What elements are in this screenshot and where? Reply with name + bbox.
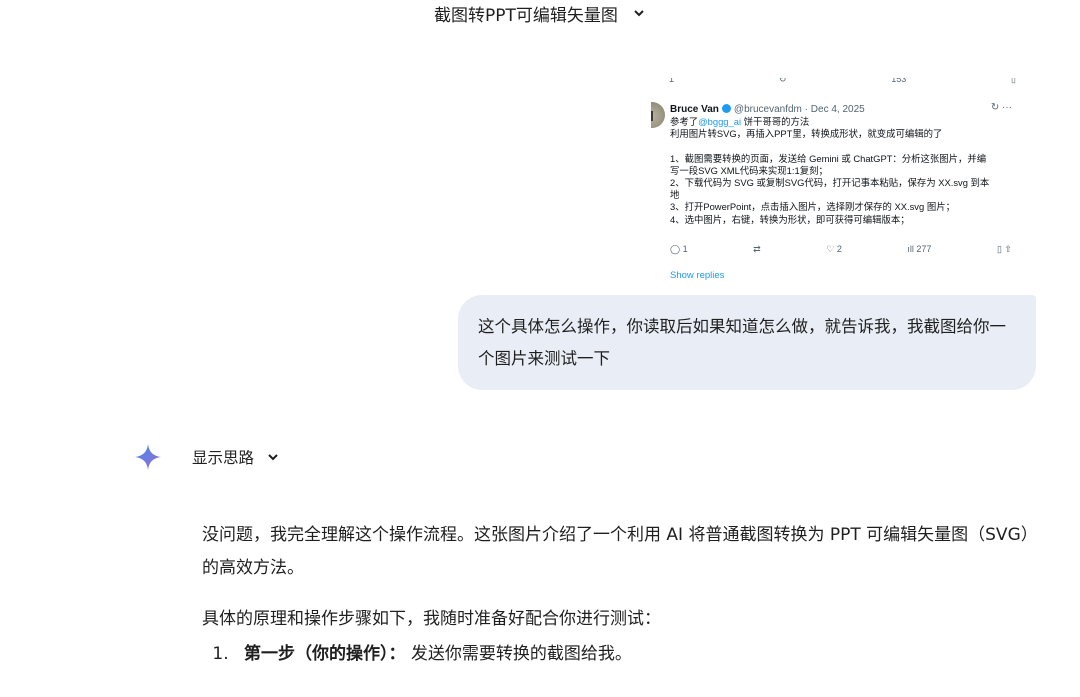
conversation-title[interactable]: 截图转PPT可编辑矢量图 [0,0,1080,26]
prev-retweet-icon: ↻ [778,78,787,84]
tweet-meta: Bruce Van @brucevanfdm · Dec 4, 2025 [670,104,865,115]
tweet-menu-icon: ↻ ··· [990,102,1012,113]
tweet-mention: @bggg_ai [698,116,742,127]
steps-list: 第一步（你的操作）： 发送你需要转换的截图给我。 [202,638,1032,671]
tweet-suffix: 饼干哥哥的方法 [741,116,810,127]
step-text: 发送你需要转换的截图给我。 [405,644,632,664]
tweet-date: Dec 4, 2025 [810,104,865,115]
tweet-screenshot-image: 1 ↻ 153 ▯ Bruce Van @brucevanfdm · Dec 4,… [651,78,1024,285]
like-count: 2 [836,244,842,254]
tweet-body: 参考了@bggg_ai 饼干哥哥的方法 利用图片转SVG，再插入PPT里，转换成… [670,116,1015,226]
like-action: ♡ 2 [826,244,842,255]
chevron-down-icon[interactable] [632,6,646,20]
conversation-title-text: 截图转PPT可编辑矢量图 [434,5,618,26]
gemini-sparkle-icon [135,444,161,470]
views-action: ıll 277 [907,244,931,255]
tweet-line: 地 [670,189,680,201]
tweet-line: 4、选中图片，右键，转换为形状，即可获得可编辑版本； [670,213,910,225]
avatar [651,102,665,128]
meta-separator: · [801,104,811,115]
tweet-line [670,140,1015,152]
tweet-line: 1、截图需要转换的页面，发送给 Gemini 或 ChatGPT：分析这张图片，… [670,152,987,164]
author-handle: @brucevanfdm [733,104,802,115]
tweet-line: 2、下载代码为 SVG 或复制SVG代码，打开记事本粘贴，保存为 XX.svg … [670,177,990,189]
user-message-bubble: 这个具体怎么操作，你读取后如果知道怎么做，就告诉我，我截图给你一个图片来测试一下 [458,295,1036,390]
prev-views-count: 153 [891,78,907,84]
show-thinking-label: 显示思路 [192,449,255,467]
show-thinking-toggle[interactable]: 显示思路 [134,442,280,472]
tweet-actions: ◯ 1 ⇄ ♡ 2 ıll 277 ▯ ⇧ [670,244,1012,255]
reply-count: 1 [682,244,688,254]
prev-bookmark-icon: ▯ [1011,78,1016,84]
tweet-line: 利用图片转SVG，再插入PPT里，转换成形状，就变成可编辑的了 [670,128,943,140]
tweet-prefix: 参考了 [670,116,699,127]
retweet-icon: ⇄ [753,244,761,254]
response-paragraph: 没问题，我完全理解这个操作流程。这张图片介绍了一个利用 AI 将普通截图转换为 … [202,525,1030,578]
user-message-text: 这个具体怎么操作，你读取后如果知道怎么做，就告诉我，我截图给你一个图片来测试一下 [478,317,1006,368]
model-response: 没问题，我完全理解这个操作流程。这张图片介绍了一个利用 AI 将普通截图转换为 … [202,519,1032,671]
tweet-line: 写一段SVG XML代码来实现1:1复刻； [670,164,828,176]
list-item: 第一步（你的操作）： 发送你需要转换的截图给我。 [234,638,1032,671]
views-count: 277 [916,244,932,254]
prev-reply-count: 1 [669,78,675,84]
reply-icon: ◯ [670,244,683,254]
show-replies-link: Show replies [670,270,725,281]
author-name: Bruce Van [670,104,719,115]
tweet-prev-actions: 1 ↻ 153 ▯ [669,78,1024,84]
verified-badge-icon [721,104,731,113]
tweet-line-0: 参考了@bggg_ai 饼干哥哥的方法 [670,116,1015,128]
bookmark-share-icons: ▯ ⇧ [996,244,1012,254]
response-paragraph: 具体的原理和操作步骤如下，我随时准备好配合你进行测试： [202,609,661,629]
heart-icon: ♡ [826,244,837,254]
reply-action: ◯ 1 [670,244,688,255]
tweet-line: 3、打开PowerPoint，点击插入图片，选择刚才保存的 XX.svg 图片； [670,201,955,213]
step-title: 第一步（你的操作）： [244,644,406,664]
chevron-down-icon[interactable] [266,450,280,464]
